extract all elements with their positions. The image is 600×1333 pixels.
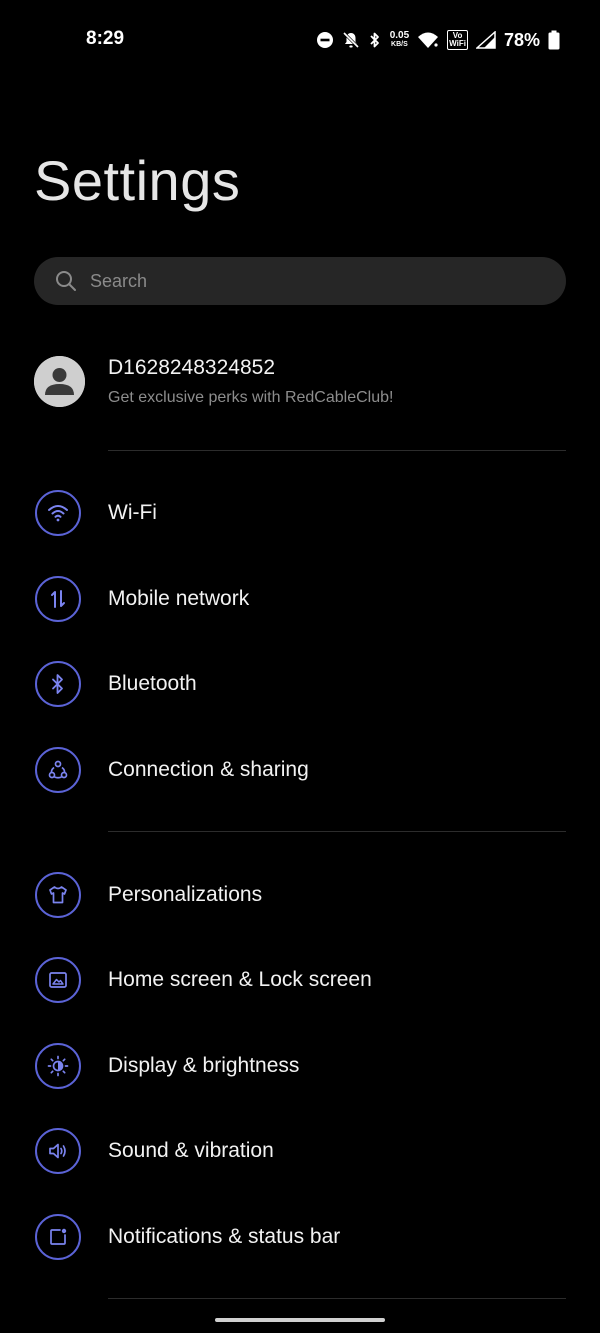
account-name: D1628248324852 xyxy=(108,356,275,379)
do-not-disturb-icon xyxy=(316,31,334,49)
setting-item-label: Bluetooth xyxy=(108,672,197,695)
connection-sharing-icon xyxy=(35,747,81,793)
status-icons: 0.05 KB/S Vo WiFi 78% xyxy=(316,26,560,54)
setting-item-notifications-status-bar[interactable]: Notifications & status bar xyxy=(0,1198,600,1278)
setting-item-bluetooth[interactable]: Bluetooth xyxy=(0,645,600,725)
setting-item-label: Notifications & status bar xyxy=(108,1225,341,1248)
vowifi-icon: Vo WiFi xyxy=(447,30,468,50)
divider xyxy=(108,1298,566,1299)
search-bar[interactable] xyxy=(34,257,566,305)
wallpaper-icon xyxy=(35,957,81,1003)
setting-item-label: Mobile network xyxy=(108,587,250,610)
search-input[interactable] xyxy=(88,269,512,293)
page-title: Settings xyxy=(34,149,241,212)
setting-item-personalizations[interactable]: Personalizations xyxy=(0,856,600,936)
network-speed-unit: KB/S xyxy=(391,41,408,48)
search-icon xyxy=(54,269,78,293)
account-row[interactable]: D1628248324852 Get exclusive perks with … xyxy=(0,340,600,426)
notification-icon xyxy=(35,1214,81,1260)
setting-item-label: Wi-Fi xyxy=(108,501,157,524)
mobile-data-icon xyxy=(35,576,81,622)
setting-item-label: Connection & sharing xyxy=(108,758,309,781)
home-indicator[interactable] xyxy=(215,1318,385,1322)
status-bar: 8:29 0.05 KB/S Vo WiFi 78% xyxy=(0,0,600,80)
tshirt-icon xyxy=(35,872,81,918)
setting-item-label: Display & brightness xyxy=(108,1054,300,1077)
setting-item-sound-vibration[interactable]: Sound & vibration xyxy=(0,1112,600,1192)
notifications-off-icon xyxy=(342,31,360,49)
setting-item-label: Personalizations xyxy=(108,883,263,906)
speaker-icon xyxy=(35,1128,81,1174)
avatar xyxy=(34,356,85,407)
setting-item-display-brightness[interactable]: Display & brightness xyxy=(0,1027,600,1107)
setting-item-home-lock-screen[interactable]: Home screen & Lock screen xyxy=(0,941,600,1021)
network-speed: 0.05 KB/S xyxy=(390,31,409,49)
divider xyxy=(108,831,566,832)
setting-item-label: Sound & vibration xyxy=(108,1139,274,1162)
setting-item-wifi[interactable]: Wi-Fi xyxy=(0,474,600,554)
network-speed-value: 0.05 xyxy=(389,30,410,41)
user-avatar-icon xyxy=(34,356,85,407)
brightness-icon xyxy=(35,1043,81,1089)
account-subtitle: Get exclusive perks with RedCableClub! xyxy=(108,389,394,406)
setting-item-connection-sharing[interactable]: Connection & sharing xyxy=(0,731,600,811)
bluetooth-status-icon xyxy=(368,31,382,49)
setting-item-label: Home screen & Lock screen xyxy=(108,968,372,991)
bluetooth-icon xyxy=(35,661,81,707)
wifi-status-icon xyxy=(417,31,439,49)
vowifi-bottom: WiFi xyxy=(449,39,466,48)
setting-item-mobile-network[interactable]: Mobile network xyxy=(0,560,600,640)
wifi-icon xyxy=(35,490,81,536)
cell-signal-icon xyxy=(475,31,496,49)
battery-percent: 78% xyxy=(503,29,540,50)
status-time: 8:29 xyxy=(86,28,125,49)
battery-icon xyxy=(548,30,560,50)
divider xyxy=(108,450,566,451)
